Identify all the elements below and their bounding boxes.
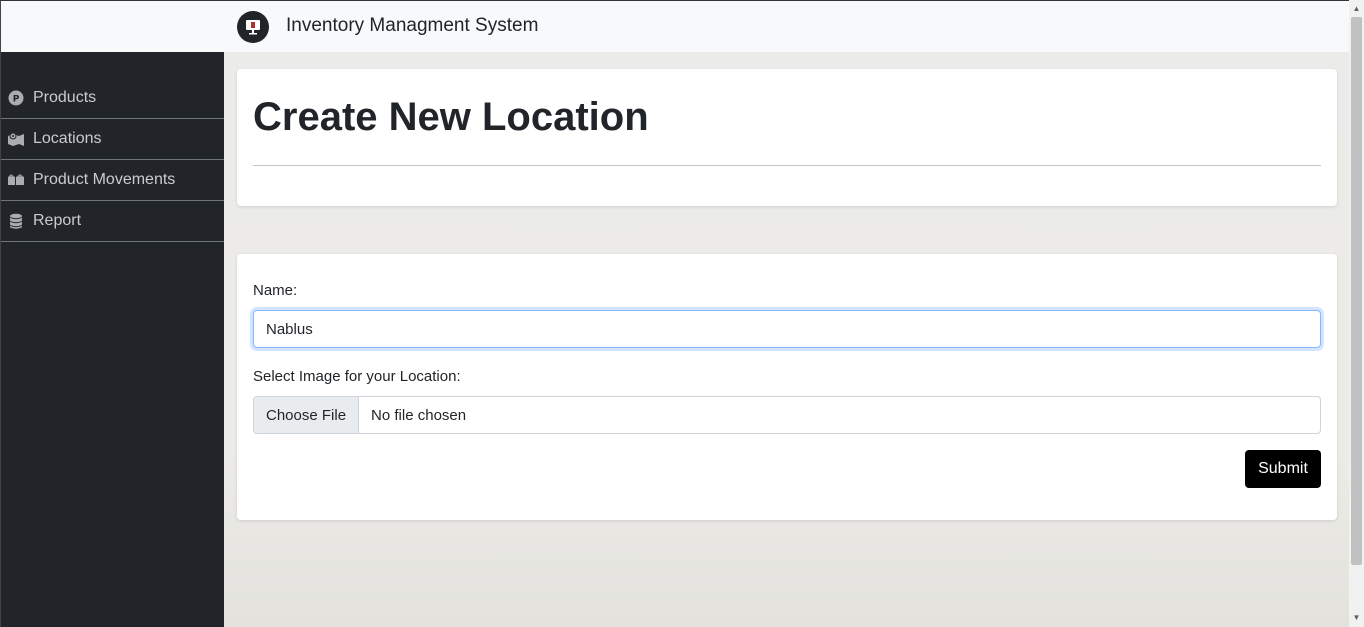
vertical-scrollbar[interactable]: ▲ ▼ — [1349, 0, 1364, 627]
boxes-icon — [7, 171, 25, 189]
sidebar-item-label: Locations — [33, 130, 102, 147]
map-location-icon — [7, 130, 25, 148]
product-p-circle-icon: P — [7, 89, 25, 107]
sidebar-item-locations[interactable]: Locations — [1, 119, 224, 160]
submit-button[interactable]: Submit — [1245, 450, 1321, 488]
page-title: Create New Location — [253, 95, 649, 139]
top-navbar: Inventory Managment System — [1, 1, 1349, 52]
database-icon — [7, 212, 25, 230]
sidebar-item-label: Products — [33, 89, 97, 106]
name-label: Name: — [253, 282, 298, 299]
scroll-up-arrow-icon[interactable]: ▲ — [1349, 1, 1364, 16]
sidebar-item-products[interactable]: P Products — [1, 78, 224, 119]
sidebar-item-product-movements[interactable]: Product Movements — [1, 160, 224, 201]
choose-file-button[interactable]: Choose File — [254, 397, 360, 433]
image-label: Select Image for your Location: — [253, 368, 461, 385]
sidebar-item-label: Report — [33, 212, 82, 229]
browser-viewport: Inventory Managment System P Products Lo… — [0, 0, 1349, 627]
main-content: Create New Location Name: Select Image f… — [224, 52, 1349, 627]
sidebar-item-label: Product Movements — [33, 171, 176, 188]
location-form: Name: Select Image for your Location: Ch… — [237, 254, 1337, 520]
scrollbar-thumb[interactable] — [1351, 17, 1362, 565]
app-title[interactable]: Inventory Managment System — [286, 15, 538, 37]
title-divider — [253, 165, 1321, 166]
file-status-text: No file chosen — [371, 406, 467, 424]
page-header-card: Create New Location — [237, 69, 1337, 206]
monitor-icon[interactable] — [237, 11, 269, 43]
image-file-input[interactable]: Choose File No file chosen — [253, 396, 1321, 434]
scroll-down-arrow-icon[interactable]: ▼ — [1349, 610, 1364, 625]
name-input[interactable] — [253, 310, 1321, 348]
svg-text:P: P — [13, 95, 20, 105]
sidebar-item-report[interactable]: Report — [1, 201, 224, 242]
sidebar: P Products Locations Product Movements R… — [1, 52, 224, 627]
